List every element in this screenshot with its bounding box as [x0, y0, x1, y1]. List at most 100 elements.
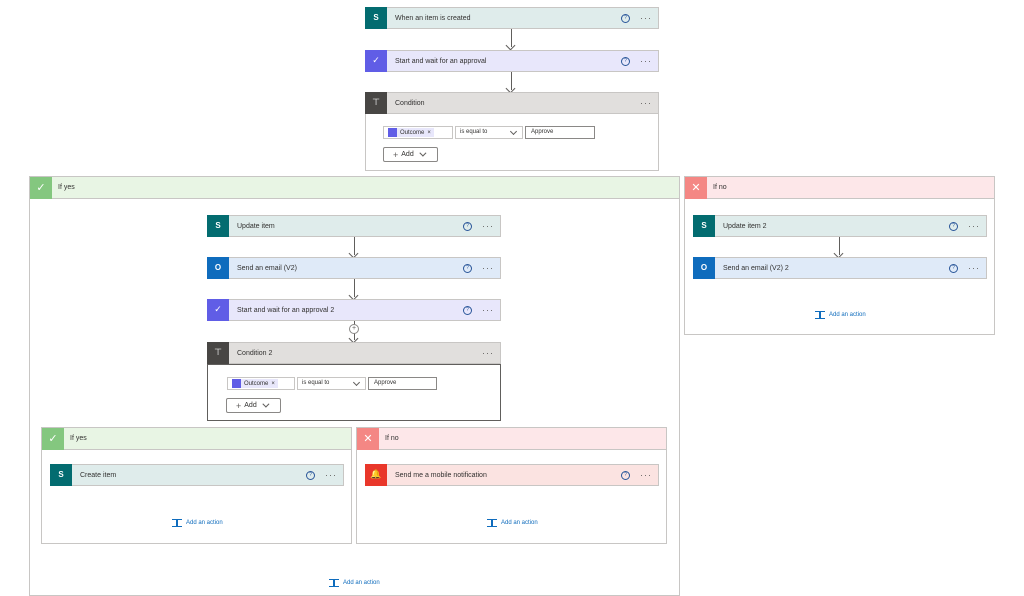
- connector-arrow: [511, 29, 512, 47]
- sharepoint-icon: S: [50, 463, 72, 486]
- cross-icon: ✕: [685, 176, 707, 199]
- approval-card[interactable]: ✓ Start and wait for an approval ? ···: [365, 49, 659, 72]
- remove-icon[interactable]: ×: [271, 381, 275, 387]
- condition-icon: ⊤: [207, 341, 229, 364]
- create-item-title: Create item: [80, 471, 117, 479]
- token-label: Outcome: [244, 380, 269, 387]
- chevron-down-icon: [352, 378, 361, 387]
- help-icon[interactable]: ?: [621, 470, 630, 480]
- outcome-token[interactable]: Outcome ×: [388, 128, 434, 137]
- send-email-card[interactable]: O Send an email (V2) ? ···: [207, 256, 501, 279]
- add-label: Add: [244, 402, 257, 409]
- approvals-icon: [388, 128, 397, 137]
- condition-card[interactable]: ⊤ Condition ···: [365, 91, 659, 114]
- outcome-token[interactable]: Outcome ×: [232, 379, 278, 388]
- connector-arrow: [511, 72, 512, 90]
- connector-arrow: [354, 237, 355, 255]
- add-button[interactable]: + Add: [383, 147, 438, 162]
- help-icon[interactable]: ?: [621, 13, 630, 23]
- help-icon[interactable]: ?: [463, 263, 472, 273]
- more-options-icon[interactable]: ···: [968, 263, 980, 273]
- condition2-title: Condition 2: [237, 349, 273, 357]
- sharepoint-icon: S: [207, 214, 229, 237]
- add-action-label: Add an action: [186, 520, 223, 526]
- condition-body: Outcome × is equal to Approve + Add: [365, 114, 659, 171]
- remove-icon[interactable]: ×: [427, 130, 431, 136]
- approval2-card[interactable]: ✓ Start and wait for an approval 2 ? ···: [207, 298, 501, 321]
- chevron-down-icon: [509, 127, 518, 136]
- help-icon[interactable]: ?: [306, 470, 315, 480]
- sharepoint-icon: S: [365, 6, 387, 29]
- help-icon[interactable]: ?: [949, 221, 958, 231]
- approvals-icon: ✓: [365, 49, 387, 72]
- send-email2-title: Send an email (V2) 2: [723, 264, 789, 272]
- value-field[interactable]: Approve: [368, 377, 437, 390]
- condition-token-field[interactable]: Outcome ×: [383, 126, 453, 139]
- condition2-card[interactable]: ⊤ Condition 2 ···: [207, 341, 501, 364]
- more-options-icon[interactable]: ···: [482, 305, 494, 315]
- add-label: Add: [401, 151, 414, 158]
- help-icon[interactable]: ?: [463, 221, 472, 231]
- help-icon[interactable]: ?: [463, 305, 472, 315]
- add-action-link[interactable]: Add an action: [487, 519, 538, 527]
- more-options-icon[interactable]: ···: [325, 470, 337, 480]
- if-yes-label: If yes: [58, 184, 75, 191]
- chevron-down-icon: [262, 400, 270, 408]
- help-icon[interactable]: ?: [621, 56, 630, 66]
- send-email-title: Send an email (V2): [237, 264, 297, 272]
- mobile-notification-card[interactable]: 🔔 Send me a mobile notification ? ···: [365, 463, 659, 486]
- value-field[interactable]: Approve: [525, 126, 595, 139]
- operator-label: is equal to: [302, 380, 330, 386]
- if-yes-header: ✓ If yes: [30, 176, 679, 199]
- approvals-icon: [232, 379, 241, 388]
- bell-icon: 🔔: [365, 463, 387, 486]
- trigger-card[interactable]: S When an item is created ? ···: [365, 6, 659, 29]
- more-options-icon[interactable]: ···: [640, 98, 652, 108]
- update-item2-title: Update item 2: [723, 222, 767, 230]
- plus-icon: +: [236, 400, 242, 411]
- check-icon: ✓: [30, 176, 52, 199]
- add-action-label: Add an action: [343, 580, 380, 586]
- chevron-down-icon: [419, 149, 427, 157]
- outlook-icon: O: [693, 256, 715, 279]
- condition-title: Condition: [395, 99, 425, 107]
- update-item-title: Update item: [237, 222, 275, 230]
- update-item2-card[interactable]: S Update item 2 ? ···: [693, 214, 987, 237]
- add-action-link[interactable]: Add an action: [172, 519, 223, 527]
- more-options-icon[interactable]: ···: [482, 221, 494, 231]
- nested-if-no-header: ✕ If no: [357, 427, 666, 450]
- help-icon[interactable]: ?: [949, 263, 958, 273]
- more-options-icon[interactable]: ···: [482, 348, 494, 358]
- create-item-card[interactable]: S Create item ? ···: [50, 463, 344, 486]
- token-label: Outcome: [400, 129, 425, 136]
- approvals-icon: ✓: [207, 298, 229, 321]
- if-no-label: If no: [713, 184, 727, 191]
- operator-select[interactable]: is equal to: [297, 377, 366, 390]
- cross-icon: ✕: [357, 427, 379, 450]
- add-action-icon: [329, 579, 339, 587]
- add-action-label: Add an action: [829, 312, 866, 318]
- plus-icon: +: [393, 149, 399, 160]
- more-options-icon[interactable]: ···: [640, 13, 652, 23]
- add-action-icon: [815, 311, 825, 319]
- more-options-icon[interactable]: ···: [640, 470, 652, 480]
- more-options-icon[interactable]: ···: [968, 221, 980, 231]
- trigger-title: When an item is created: [395, 14, 471, 22]
- more-options-icon[interactable]: ···: [640, 56, 652, 66]
- add-action-link[interactable]: Add an action: [329, 579, 380, 587]
- add-button[interactable]: + Add: [226, 398, 281, 413]
- condition2-body: Outcome × is equal to Approve + Add: [207, 364, 501, 421]
- sharepoint-icon: S: [693, 214, 715, 237]
- if-no-header: ✕ If no: [685, 176, 994, 199]
- condition2-token-field[interactable]: Outcome ×: [227, 377, 295, 390]
- insert-step-icon[interactable]: +: [349, 324, 359, 334]
- add-action-link[interactable]: Add an action: [815, 311, 866, 319]
- send-email2-card[interactable]: O Send an email (V2) 2 ? ···: [693, 256, 987, 279]
- operator-select[interactable]: is equal to: [455, 126, 523, 139]
- outlook-icon: O: [207, 256, 229, 279]
- nested-if-yes-label: If yes: [70, 435, 87, 442]
- update-item-card[interactable]: S Update item ? ···: [207, 214, 501, 237]
- add-action-label: Add an action: [501, 520, 538, 526]
- more-options-icon[interactable]: ···: [482, 263, 494, 273]
- check-icon: ✓: [42, 427, 64, 450]
